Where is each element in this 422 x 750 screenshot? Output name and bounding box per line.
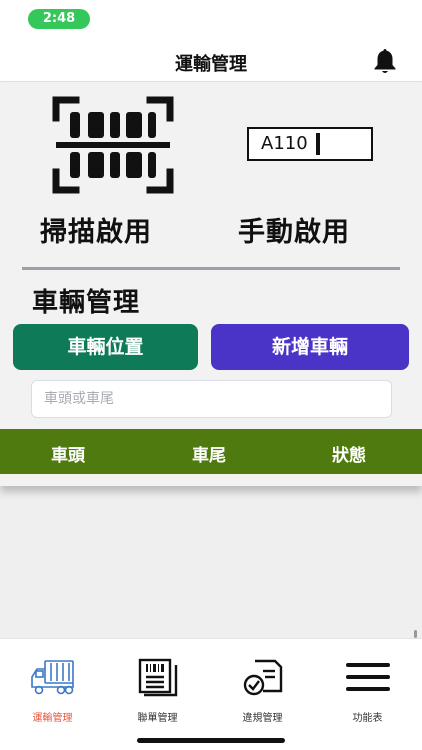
plate-example-text: A110: [261, 133, 308, 154]
scroll-indicator: [414, 630, 417, 638]
tab-label: 功能表: [352, 713, 383, 724]
section-title: 車輛管理: [32, 288, 141, 318]
home-indicator: [137, 738, 285, 743]
tab-menu[interactable]: 功能表: [315, 639, 420, 729]
status-bar: 2:48: [0, 0, 422, 40]
tab-bar: 運輸管理 聯單管理 違規管理 功能表: [0, 638, 422, 750]
menu-icon: [345, 663, 390, 691]
page-title: 運輸管理: [175, 54, 247, 75]
column-header-status[interactable]: 狀態: [332, 441, 366, 466]
add-vehicle-button[interactable]: 新增車輛: [211, 324, 409, 370]
text-cursor-icon: [316, 133, 320, 155]
tab-label: 運輸管理: [32, 713, 73, 724]
document-barcode-icon: [138, 658, 177, 697]
tab-transport[interactable]: 運輸管理: [0, 639, 105, 729]
manual-activate-label[interactable]: 手動啟用: [238, 210, 350, 249]
vehicle-search-input[interactable]: [31, 380, 392, 418]
bell-icon[interactable]: [370, 46, 400, 76]
nav-bar: 運輸管理: [0, 40, 422, 82]
vehicle-location-button[interactable]: 車輛位置: [13, 324, 198, 370]
column-header-tail[interactable]: 車尾: [192, 441, 226, 466]
tab-violation[interactable]: 違規管理: [210, 639, 315, 729]
status-time: 2:48: [28, 9, 90, 29]
tab-label: 違規管理: [242, 713, 283, 724]
tab-manifest[interactable]: 聯單管理: [105, 639, 210, 729]
table-header: 車頭 車尾 狀態: [0, 429, 422, 474]
truck-icon: [30, 660, 74, 695]
divider: [22, 267, 400, 270]
barcode-scan-icon[interactable]: [52, 96, 174, 194]
column-header-head[interactable]: 車頭: [51, 441, 85, 466]
scan-activate-label[interactable]: 掃描啟用: [40, 210, 152, 249]
tab-label: 聯單管理: [137, 713, 178, 724]
main-panel: A110 掃描啟用 手動啟用 車輛管理 車輛位置 新增車輛 車頭 車尾 狀態: [0, 82, 422, 486]
manual-entry-icon[interactable]: A110: [247, 127, 373, 161]
violation-document-icon: [243, 659, 282, 696]
